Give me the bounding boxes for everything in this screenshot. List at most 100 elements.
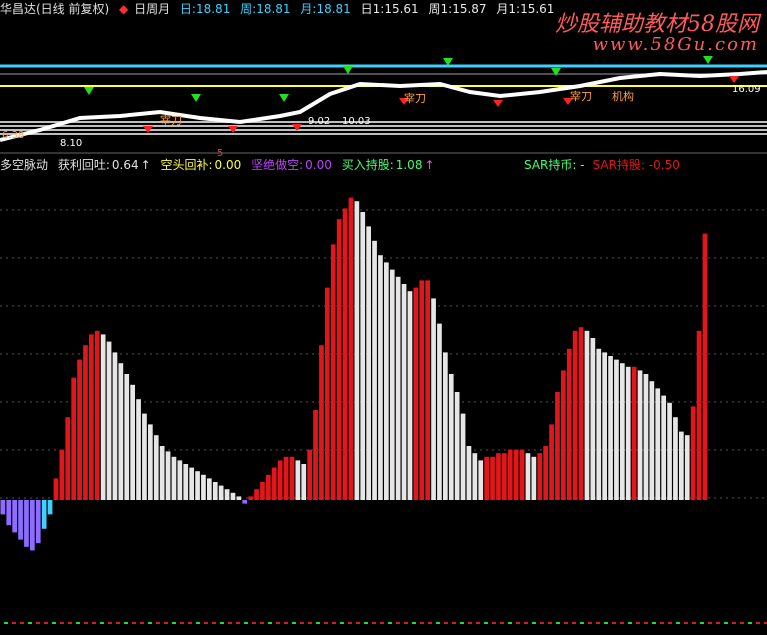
histogram-bar: [655, 388, 661, 500]
sar-coin-label: SAR持币: -: [524, 158, 585, 172]
month1-label: 月1:: [496, 2, 521, 16]
histogram-bar: [171, 456, 177, 500]
watermark-url: www.58Gu.com: [592, 34, 759, 55]
histogram-bar: [490, 456, 495, 500]
histogram-bar: [608, 356, 613, 500]
tag-jigou: 机构: [612, 89, 634, 103]
signal-dot: [116, 622, 120, 624]
signal-dot: [172, 622, 176, 624]
histogram-bar: [207, 478, 212, 500]
signal-dot: [228, 622, 232, 624]
tag-dao-2: 宰刀: [404, 91, 426, 105]
signal-dot: [612, 622, 616, 624]
signal-dot: [748, 622, 752, 624]
signal-dot: [260, 622, 264, 624]
histogram-bar: [472, 453, 478, 500]
signal-dot: [644, 622, 648, 624]
histogram-bar: [53, 478, 59, 500]
histogram-bar: [643, 374, 649, 500]
signal-dot: [756, 622, 760, 624]
signal-dot: [140, 622, 144, 624]
histogram-bar: [106, 341, 112, 500]
signal-dot: [220, 622, 224, 624]
histogram-bar: [260, 482, 265, 500]
signal-dot: [508, 622, 512, 624]
signal-dot: [196, 622, 200, 624]
histogram-bar: [549, 424, 554, 500]
signal-dot: [92, 622, 96, 624]
signal-dot: [428, 622, 432, 624]
signal-dot: [580, 622, 584, 624]
histogram-bar: [201, 474, 206, 500]
month-value: 18.81: [316, 2, 351, 16]
histogram-bar: [183, 464, 189, 500]
histogram-bar: [124, 374, 130, 500]
signal-dot: [516, 622, 520, 624]
histogram-bar: [596, 348, 602, 500]
signal-dot: [124, 622, 128, 624]
signal-dot: [60, 622, 64, 624]
histogram-bar: [136, 399, 141, 500]
signal-dot: [660, 622, 664, 624]
histogram-bar: [248, 496, 253, 500]
histogram-bar: [354, 201, 360, 500]
histogram-bar: [702, 233, 708, 500]
period-arrow-icon[interactable]: ◆: [119, 2, 128, 16]
histogram-bar: [690, 406, 696, 500]
signal-dot: [308, 622, 312, 624]
histogram-bar: [153, 435, 159, 500]
buy-arrow-icon: [84, 87, 94, 95]
signal-dot: [476, 622, 480, 624]
histogram-bar: [679, 431, 684, 500]
histogram-bar: [271, 467, 277, 500]
signal-dot: [52, 622, 56, 624]
signal-dot: [284, 622, 288, 624]
signal-dot: [132, 622, 136, 624]
signal-dot: [588, 622, 592, 624]
histogram-bar: [71, 377, 76, 500]
histogram-bar: [330, 244, 336, 500]
buy-arrow-icon: [191, 94, 201, 102]
buy-arrow-icon: [703, 56, 713, 64]
signal-dot: [364, 622, 368, 624]
histogram-bar: [484, 456, 489, 500]
signal-dot: [372, 622, 376, 624]
chart-canvas: 6.388.109.0210.0316.09宰刀宰刀宰刀机构5: [0, 56, 767, 624]
chart-stage: 6.388.109.0210.0316.09宰刀宰刀宰刀机构5: [0, 0, 767, 631]
signal-dot: [700, 622, 704, 624]
histogram-bar: [425, 280, 430, 500]
histogram-bar: [230, 492, 236, 500]
signal-dot: [84, 622, 88, 624]
signal-dot: [332, 622, 336, 624]
signal-dot: [668, 622, 672, 624]
mid-value-2: 10.03: [342, 116, 371, 127]
histogram-bar: [366, 226, 371, 500]
buy-arrow-icon: ↑: [424, 158, 435, 172]
signal-dot: [724, 622, 728, 624]
signal-dot: [68, 622, 72, 624]
histogram-bar: [419, 280, 425, 500]
histogram-bar: [673, 417, 678, 500]
histogram-bar: [466, 446, 472, 500]
histogram-bar: [94, 330, 100, 500]
signal-dot: [692, 622, 696, 624]
buy-value: 1.08: [395, 158, 423, 172]
histogram-bar: [177, 460, 183, 500]
signal-dot: [620, 622, 624, 624]
signal-dot: [388, 622, 392, 624]
mid-value-1: 9.02: [308, 116, 330, 127]
histogram-bar: [578, 327, 584, 500]
signal-dot: [108, 622, 112, 624]
kill-label: 坚绝做空:: [251, 158, 304, 172]
histogram-bar: [443, 352, 448, 500]
indicator-name: 多空脉动: [0, 158, 49, 172]
histogram-bar: [684, 435, 690, 500]
histogram-bar: [89, 334, 94, 500]
period-label[interactable]: 日周月: [134, 2, 170, 16]
histogram-bar: [384, 262, 389, 500]
histogram-bar: [602, 352, 607, 500]
histogram-bar: [83, 345, 88, 500]
histogram-bar: [212, 482, 218, 500]
month1-value: 15.61: [520, 2, 555, 16]
kill-value: 0.00: [305, 158, 332, 172]
